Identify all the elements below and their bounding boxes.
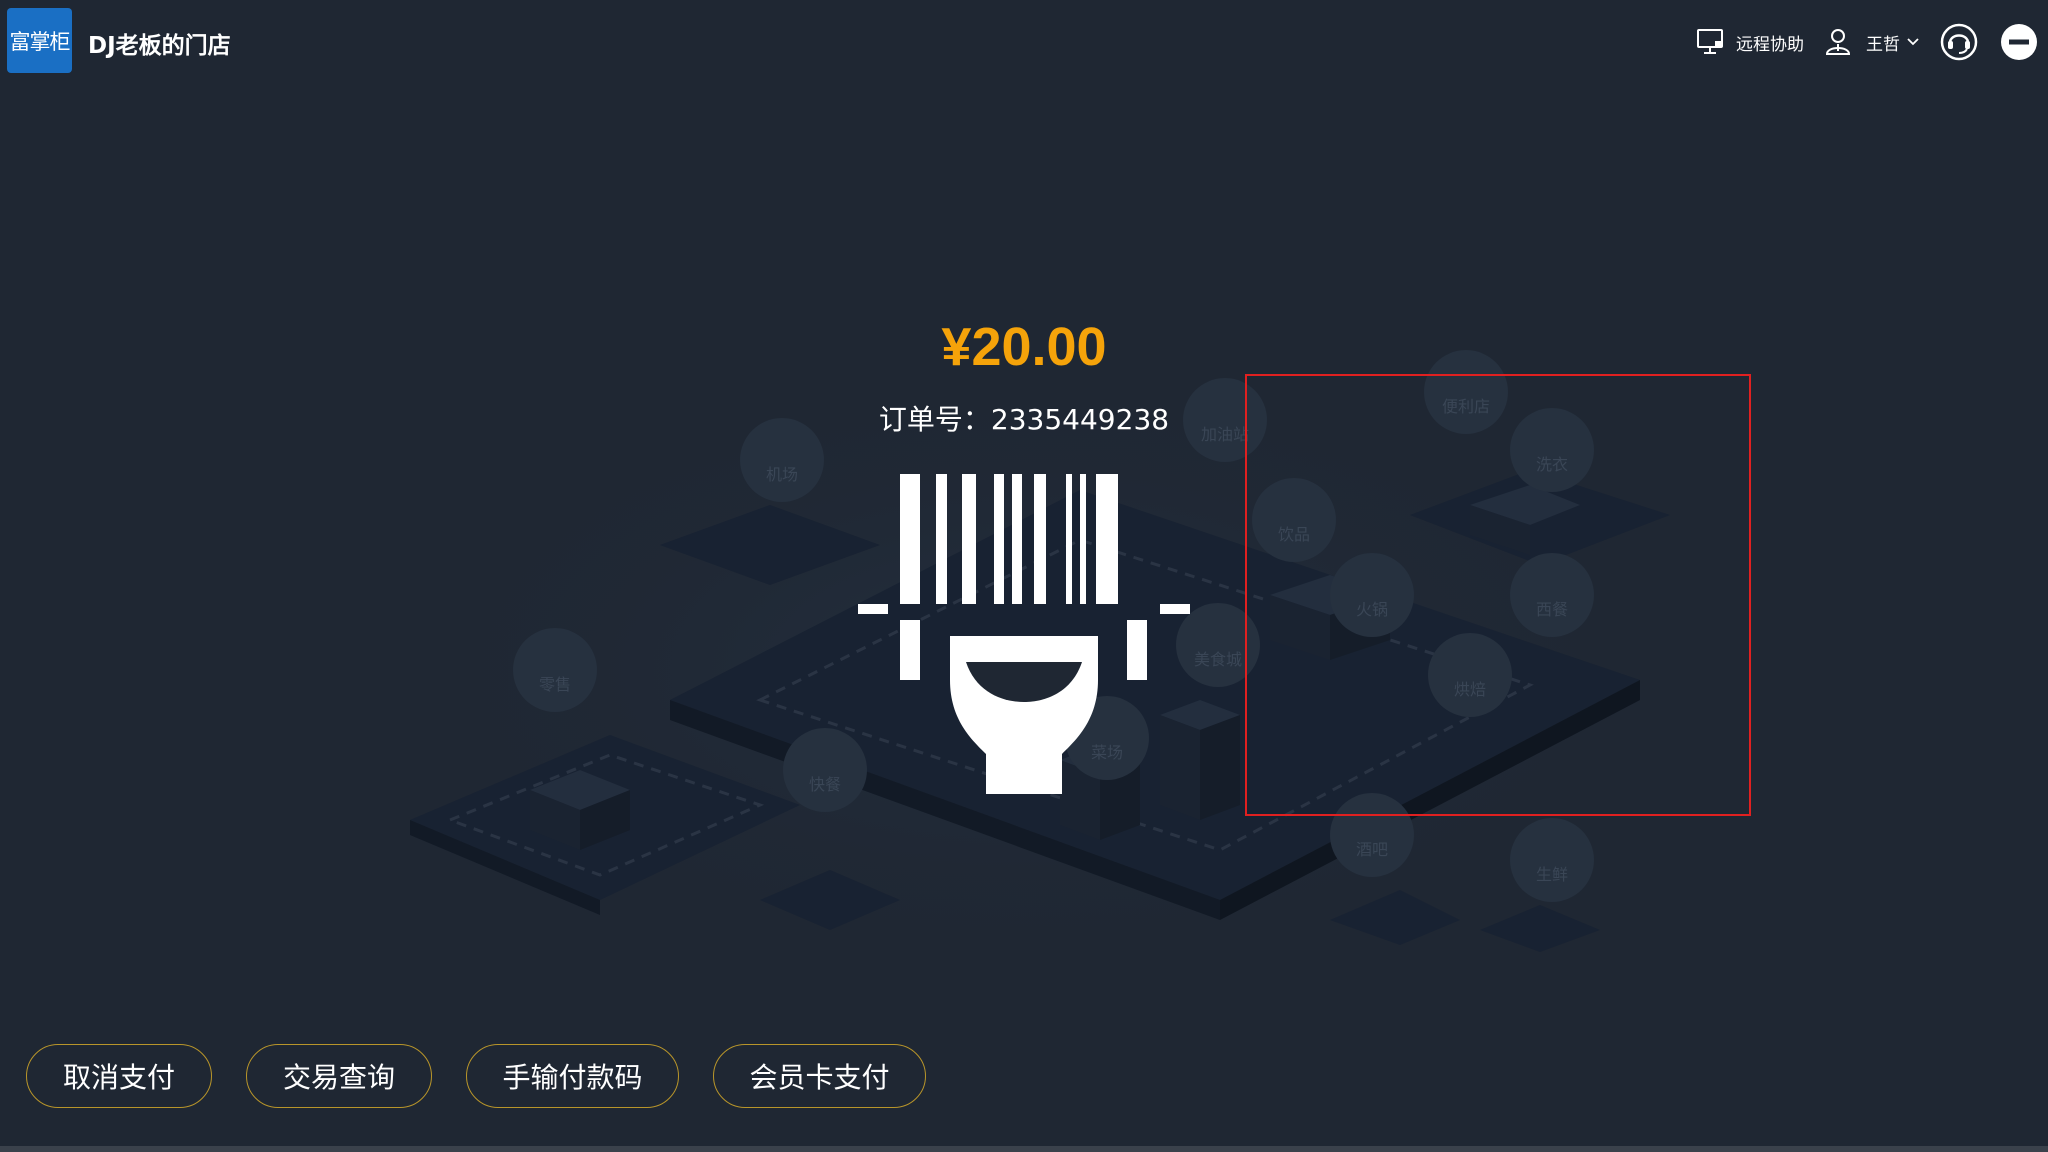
transaction-query-button[interactable]: 交易查询: [246, 1044, 432, 1108]
scene-label: 酒吧: [1356, 840, 1388, 859]
monitor-icon: [1696, 28, 1726, 56]
scene-label: 零售: [539, 675, 571, 694]
minimize-button[interactable]: [2000, 22, 2038, 62]
store-name: DJ老板的门店: [88, 33, 231, 59]
manual-code-button[interactable]: 手输付款码: [466, 1044, 679, 1108]
support-icon: [1940, 23, 1978, 61]
chevron-down-icon: [1906, 37, 1920, 47]
scene-label: 机场: [766, 465, 798, 484]
user-icon: [1824, 27, 1852, 57]
bottom-divider: [0, 1146, 2048, 1152]
payment-amount: ¥20.00: [941, 317, 1107, 377]
user-name: 王哲: [1866, 34, 1900, 55]
top-right-controls: 远程协助 王哲: [1648, 22, 2048, 62]
minimize-icon: [2000, 23, 2038, 61]
scene-label: 生鲜: [1536, 865, 1568, 884]
top-bar: 富掌柜 DJ老板的门店 远程协助 王哲: [0, 0, 2048, 82]
scene-label: 美食城: [1194, 650, 1242, 669]
cancel-payment-button[interactable]: 取消支付: [26, 1044, 212, 1108]
order-number: 订单号：2335449238: [878, 403, 1170, 436]
member-card-payment-button[interactable]: 会员卡支付: [713, 1044, 926, 1108]
app-logo: 富掌柜: [7, 8, 72, 73]
remote-assist-label: 远程协助: [1736, 34, 1804, 55]
scene-label: 快餐: [809, 775, 841, 794]
highlight-box: [1245, 374, 1751, 816]
payment-screen: 富掌柜 DJ老板的门店 远程协助 王哲 机场 加油站 便利店 洗衣 饮品 火锅 …: [0, 0, 2048, 1152]
support-button[interactable]: [1940, 22, 1978, 62]
barcode-scanner-icon: [858, 474, 1190, 794]
user-menu[interactable]: 王哲: [1824, 22, 1920, 62]
remote-assist-button[interactable]: 远程协助: [1696, 22, 1804, 62]
